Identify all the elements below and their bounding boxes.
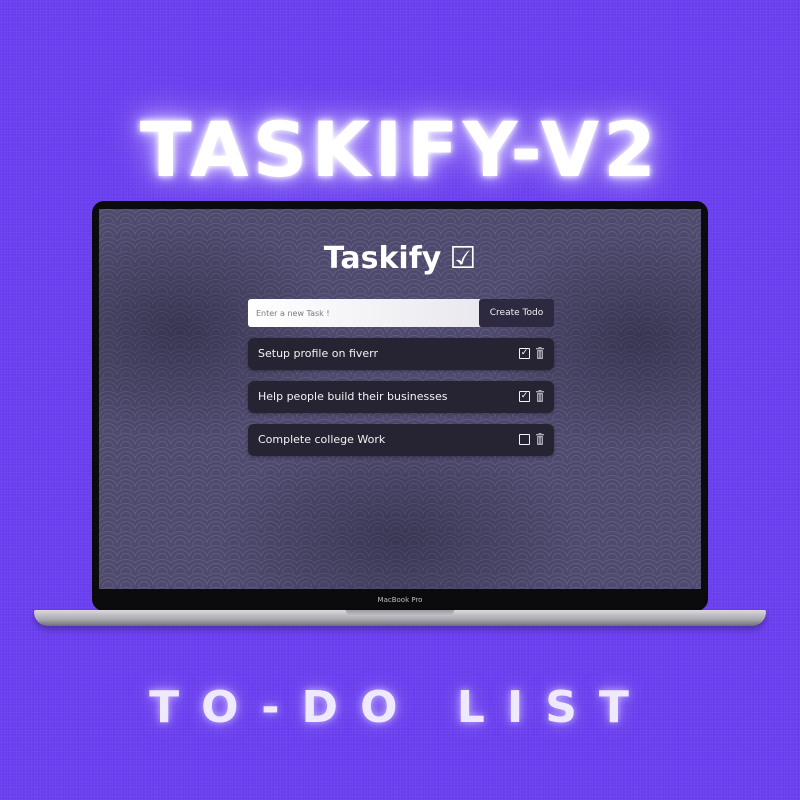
checkbox-title-icon: ☑ [449,241,477,276]
poster-headline: TASKIFY-V2 [139,105,661,194]
trash-icon[interactable] [536,390,544,402]
app-title-text: Taskify [323,241,442,276]
laptop-base-notch [346,610,454,616]
app-title: Taskify ☑ [99,241,701,276]
laptop-screen: Taskify☑ Create Todo Setup profile on fi… [99,209,701,589]
todo-done-checkbox[interactable] [519,434,530,445]
todo-done-checkbox[interactable]: ✓ [519,348,530,359]
todo-item: Complete college Work [248,424,554,456]
todo-text: Setup profile on fiverr [258,347,379,360]
new-task-input[interactable] [248,299,482,327]
todo-text: Help people build their businesses [258,390,448,403]
trash-icon[interactable] [536,347,544,359]
poster-subheadline: TO-DO LIST [149,682,651,733]
device-model-label: MacBook Pro [377,596,423,604]
trash-icon[interactable] [536,433,544,445]
todo-text: Complete college Work [258,433,386,446]
create-todo-button[interactable]: Create Todo [479,299,554,327]
todo-item: Help people build their businesses ✓ [248,381,554,413]
todo-done-checkbox[interactable]: ✓ [519,391,530,402]
todo-item: Setup profile on fiverr ✓ [248,338,554,370]
